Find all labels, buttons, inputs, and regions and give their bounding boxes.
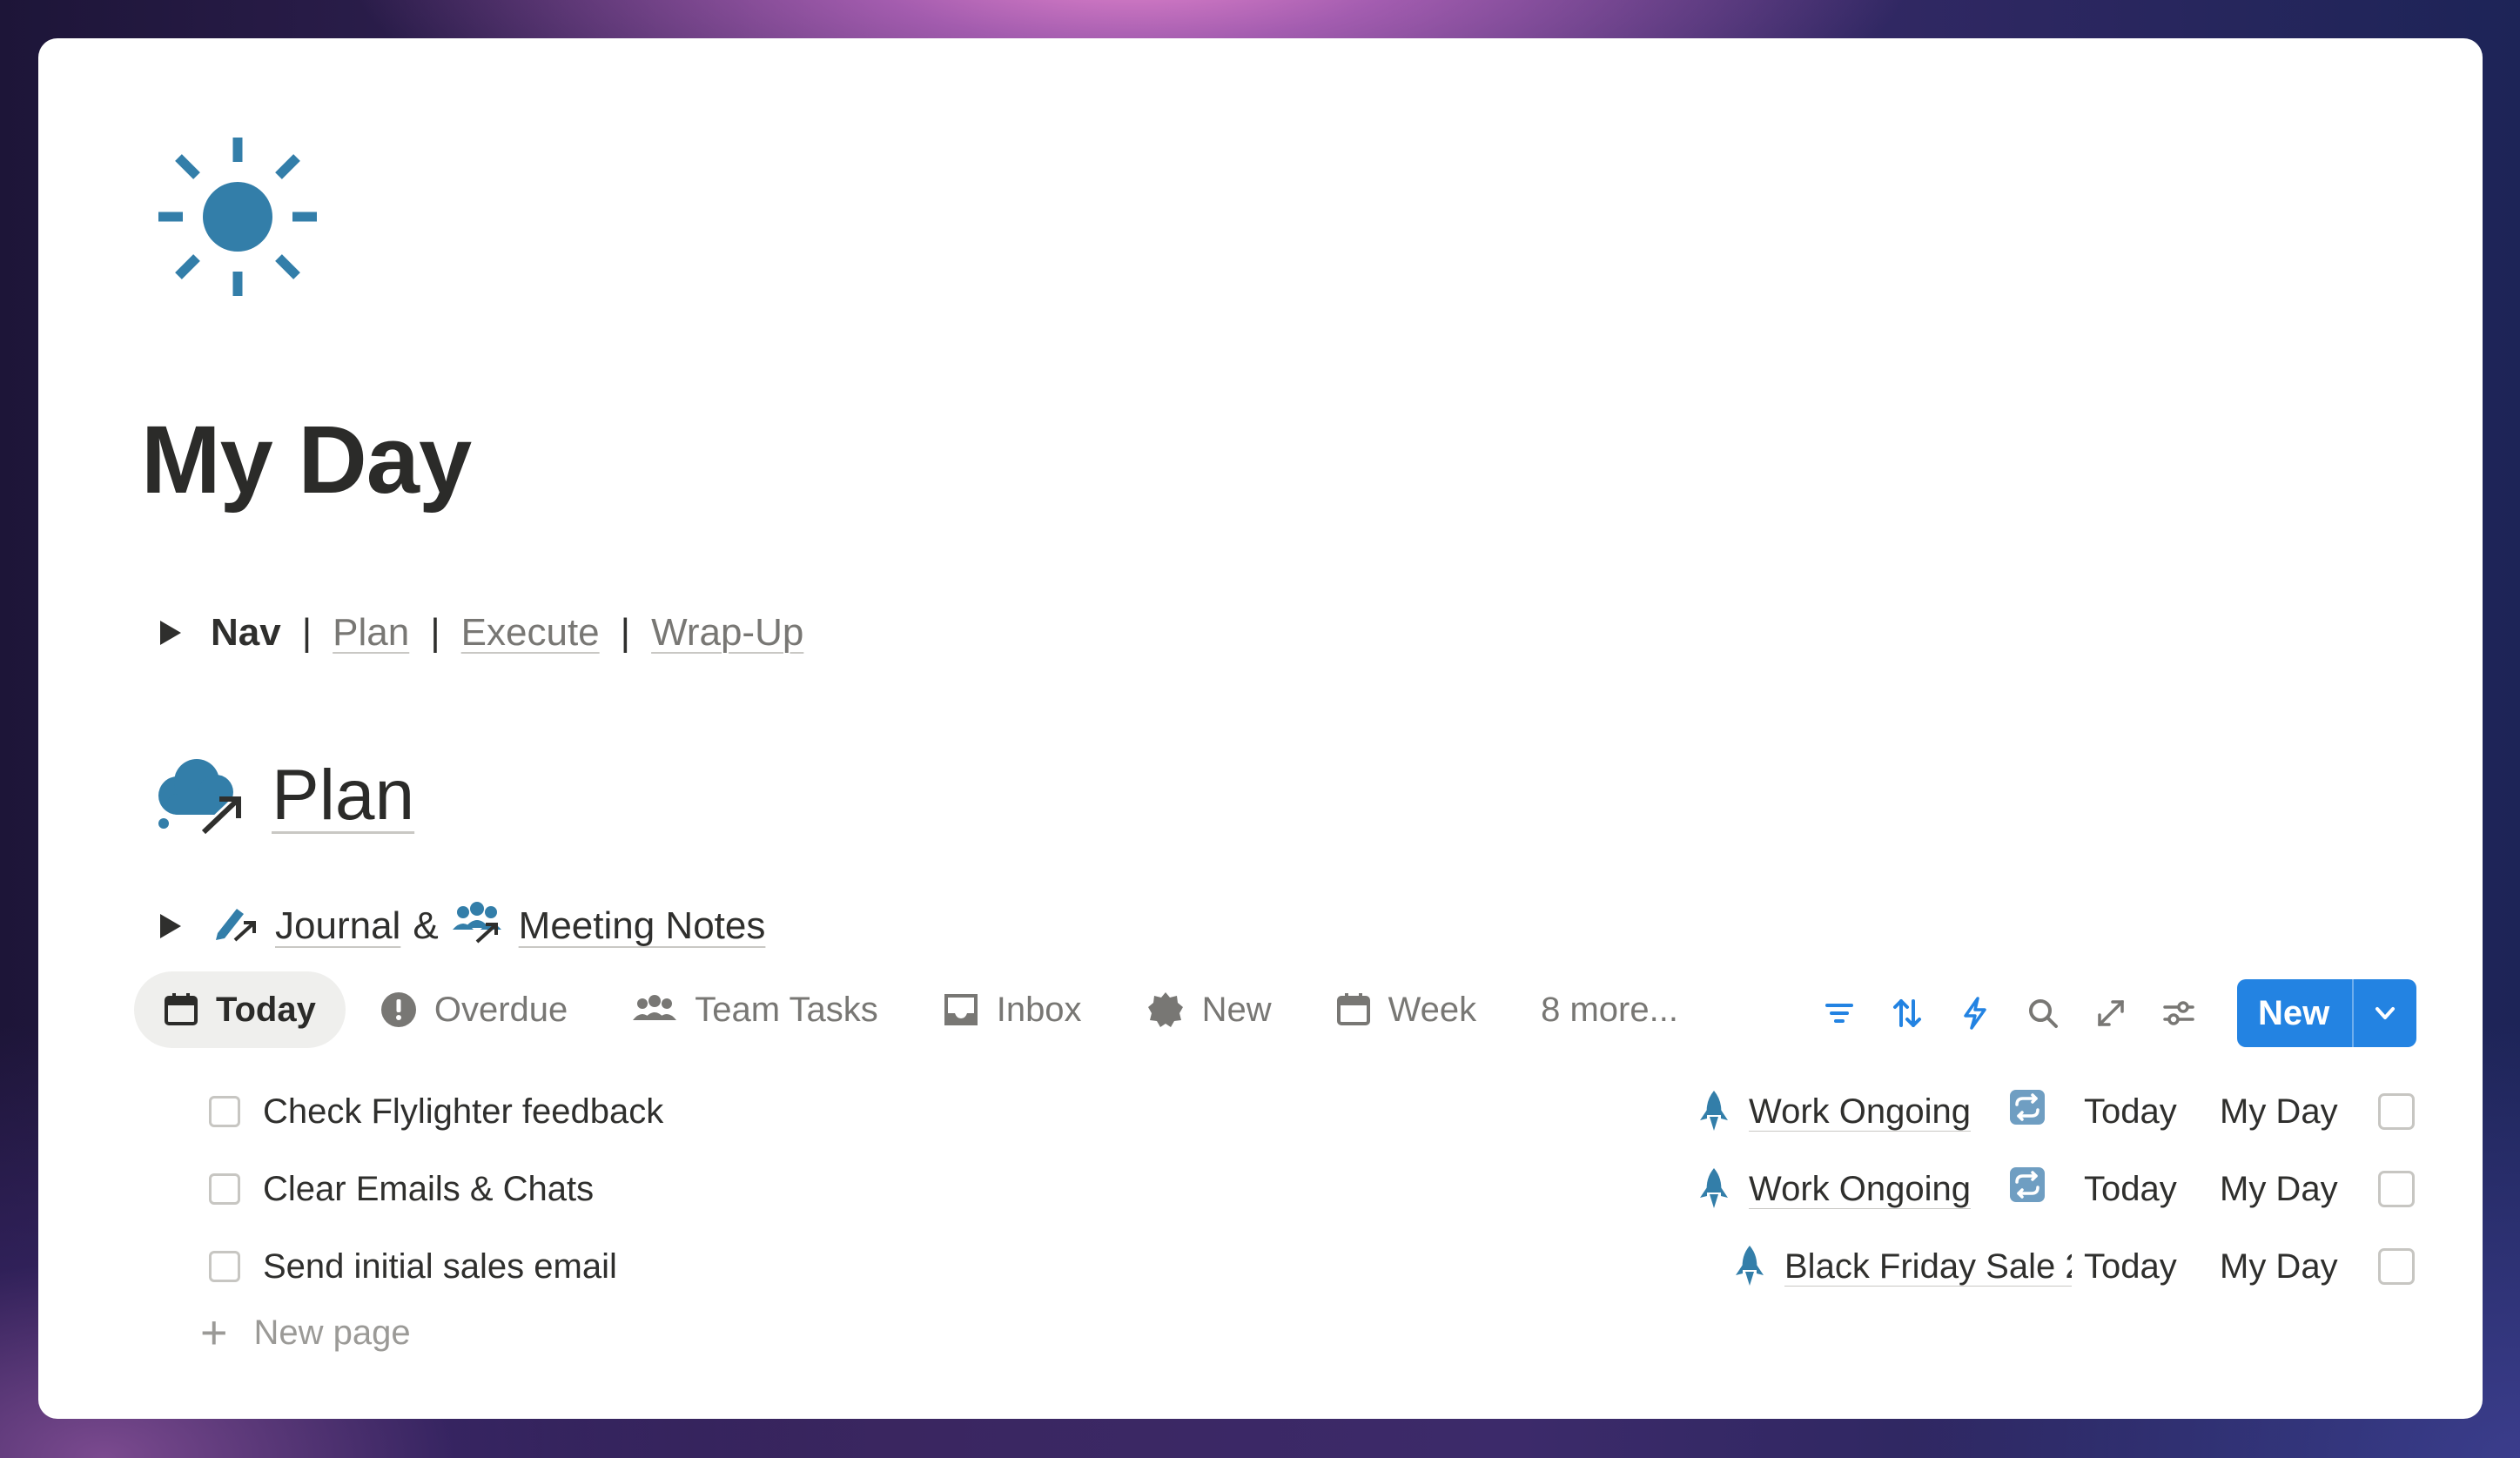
due-date[interactable]: Today xyxy=(2084,1247,2180,1287)
people-icon xyxy=(633,995,677,1020)
due-date[interactable]: Today xyxy=(2084,1092,2180,1132)
tab-label: Overdue xyxy=(433,990,568,1029)
recurring-icon xyxy=(2009,1166,2046,1212)
done-checkbox[interactable] xyxy=(2378,1248,2415,1285)
nav-toggle: Nav | Plan | Execute | Wrap-Up xyxy=(160,602,803,663)
pen-arrow-icon xyxy=(211,900,259,953)
task-checkbox[interactable] xyxy=(209,1251,240,1282)
settings-sliders-icon[interactable] xyxy=(2145,979,2213,1047)
nav-separator: | xyxy=(620,611,631,654)
table-row[interactable]: Clear Emails & Chats Work Ongoing Today … xyxy=(169,1150,2415,1228)
plan-heading[interactable]: Plan xyxy=(151,735,414,857)
view-tabs: Today Overdue Team Tasks Inbox New Week … xyxy=(134,970,1713,1050)
sort-icon[interactable] xyxy=(1873,979,1941,1047)
inbox-icon xyxy=(944,994,978,1025)
done-checkbox[interactable] xyxy=(2378,1171,2415,1207)
tab-label: New xyxy=(1201,990,1272,1029)
rocket-icon xyxy=(1700,1168,1729,1208)
new-button[interactable]: New xyxy=(2237,979,2352,1047)
task-title[interactable]: Send initial sales email xyxy=(263,1247,1734,1287)
nav-separator: | xyxy=(430,611,440,654)
table-row[interactable]: Check Flylighter feedback Work Ongoing T… xyxy=(169,1072,2415,1151)
new-button-group: New xyxy=(2237,979,2417,1047)
tab-today[interactable]: Today xyxy=(134,971,346,1048)
exclamation-circle-icon xyxy=(380,992,416,1027)
table-row[interactable]: Send initial sales email Black Friday Sa… xyxy=(169,1227,2415,1306)
cloud-arrow-icon xyxy=(151,750,243,842)
tab-new[interactable]: New xyxy=(1117,971,1301,1048)
ampersand: & xyxy=(413,904,439,947)
project-name: Work Ongoing xyxy=(1749,1169,1971,1208)
tab-week[interactable]: Week xyxy=(1307,971,1507,1048)
project-name: Black Friday Sale 2 xyxy=(1784,1246,2072,1286)
tab-label: 8 more... xyxy=(1541,990,1678,1029)
task-title[interactable]: Clear Emails & Chats xyxy=(263,1170,1698,1209)
calendar-icon xyxy=(1336,993,1370,1025)
new-page-button[interactable]: + New page xyxy=(200,1309,411,1356)
rocket-icon xyxy=(1736,1246,1764,1286)
sun-icon[interactable] xyxy=(155,134,320,299)
my-day-tag[interactable]: My Day xyxy=(2220,1247,2342,1287)
task-checkbox[interactable] xyxy=(209,1173,240,1205)
filter-icon[interactable] xyxy=(1805,979,1873,1047)
my-day-tag[interactable]: My Day xyxy=(2220,1170,2342,1209)
rocket-icon xyxy=(1700,1091,1729,1131)
tab-inbox[interactable]: Inbox xyxy=(913,971,1112,1048)
my-day-tag[interactable]: My Day xyxy=(2220,1092,2342,1132)
expand-icon[interactable] xyxy=(2077,979,2145,1047)
project-relation[interactable]: Black Friday Sale 2 xyxy=(1734,1244,2072,1289)
tab-label: Inbox xyxy=(996,990,1082,1029)
nav-link-plan[interactable]: Plan xyxy=(333,611,409,655)
people-arrow-icon xyxy=(451,900,503,953)
project-relation[interactable]: Work Ongoing xyxy=(1698,1089,1971,1134)
tab-label: Today xyxy=(216,990,316,1029)
nav-link-execute[interactable]: Execute xyxy=(461,611,600,655)
tab-overdue[interactable]: Overdue xyxy=(351,971,597,1048)
plus-icon: + xyxy=(200,1307,228,1359)
page-canvas: My Day Nav | Plan | Execute | Wrap-Up Pl… xyxy=(38,38,2483,1419)
plan-heading-text: Plan xyxy=(272,756,415,835)
due-date[interactable]: Today xyxy=(2084,1170,2180,1209)
nav-link-wrap-up[interactable]: Wrap-Up xyxy=(651,611,803,655)
chevron-down-icon[interactable] xyxy=(2352,979,2416,1047)
toggle-triangle-icon[interactable] xyxy=(160,914,181,938)
tab-label: Team Tasks xyxy=(695,990,878,1029)
task-title[interactable]: Check Flylighter feedback xyxy=(263,1092,1698,1132)
journal-link[interactable]: Journal xyxy=(275,904,400,948)
recurring-icon xyxy=(2009,1089,2046,1134)
meeting-notes-link[interactable]: Meeting Notes xyxy=(519,904,766,948)
lightning-icon[interactable] xyxy=(1941,979,2009,1047)
nav-separator: | xyxy=(301,611,312,654)
database-toolbar: New xyxy=(1805,978,2417,1048)
new-page-label: New page xyxy=(253,1313,411,1352)
badge-icon xyxy=(1147,992,1183,1027)
search-icon[interactable] xyxy=(2009,979,2077,1047)
calendar-icon xyxy=(165,993,198,1025)
task-checkbox[interactable] xyxy=(209,1096,240,1127)
toggle-triangle-icon[interactable] xyxy=(160,621,181,645)
nav-label: Nav xyxy=(211,611,281,654)
page-title: My Day xyxy=(141,406,472,514)
journal-toggle: Journal & Meeting Notes xyxy=(160,891,765,961)
project-name: Work Ongoing xyxy=(1749,1092,1971,1131)
tab-more[interactable]: 8 more... xyxy=(1511,971,1708,1048)
done-checkbox[interactable] xyxy=(2378,1093,2415,1130)
project-relation[interactable]: Work Ongoing xyxy=(1698,1166,1971,1212)
tab-team-tasks[interactable]: Team Tasks xyxy=(602,971,907,1048)
tab-label: Week xyxy=(1388,990,1477,1029)
